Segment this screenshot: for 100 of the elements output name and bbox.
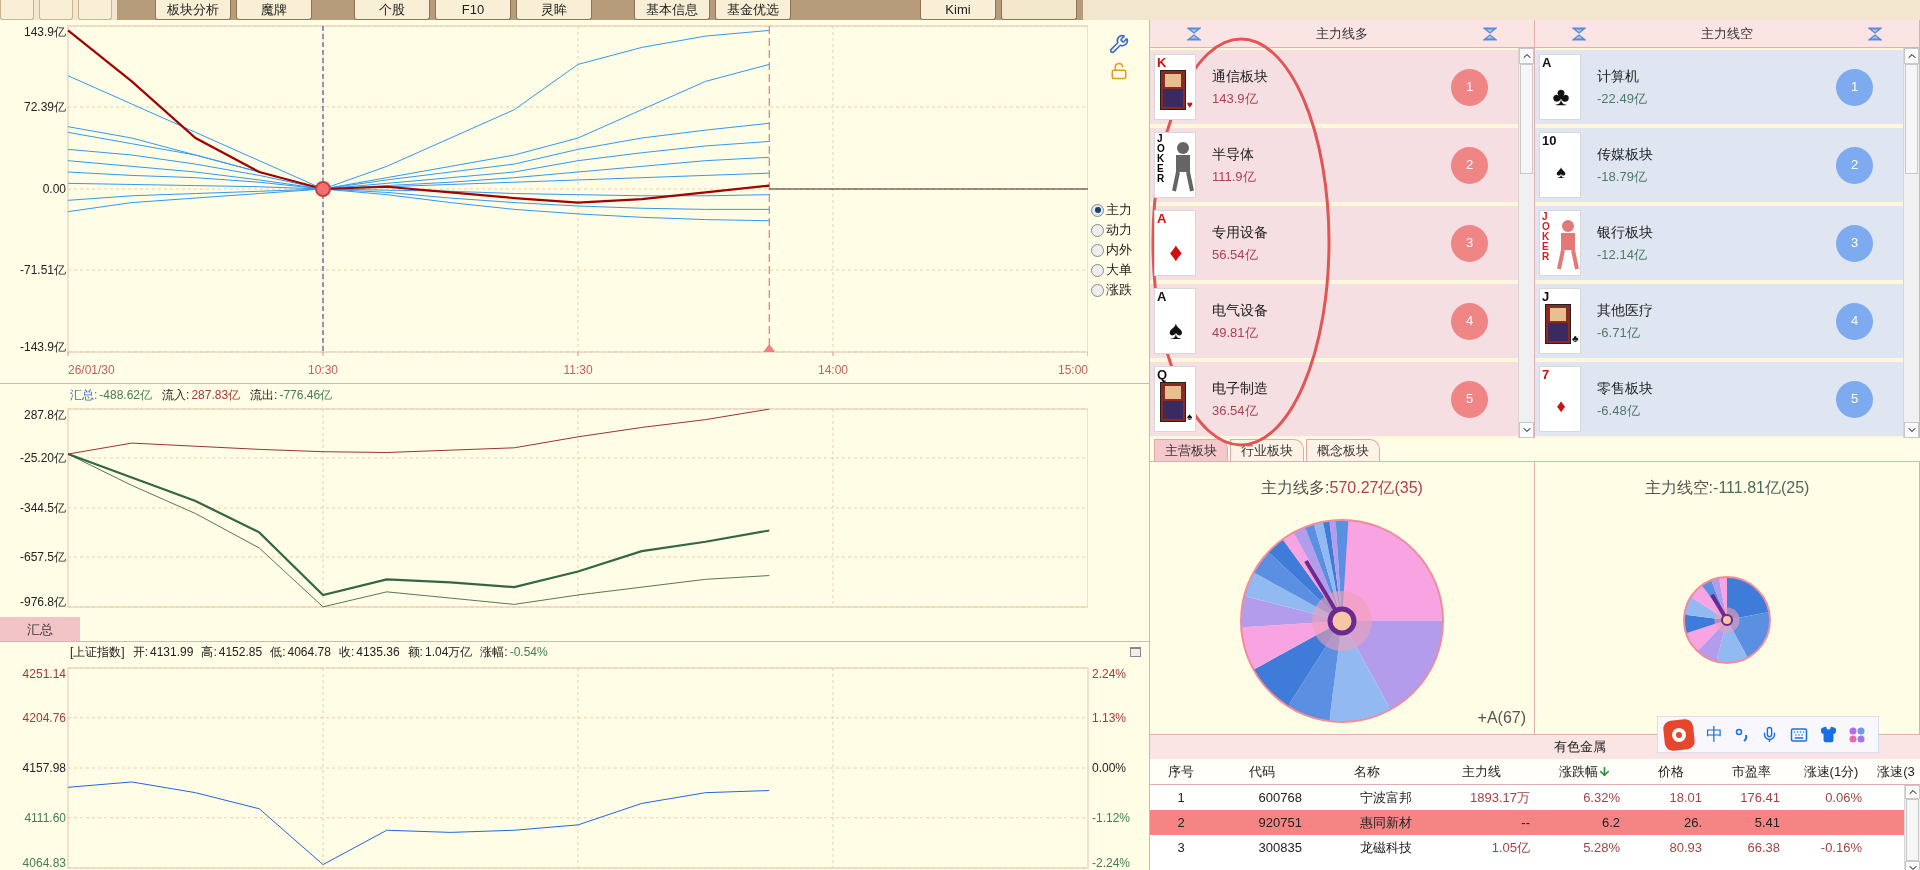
index-field-value: -0.54% [509, 644, 548, 662]
restore-icon[interactable] [1130, 647, 1141, 658]
hourglass-icon[interactable] [1186, 26, 1202, 41]
shirt-icon[interactable] [1820, 726, 1837, 743]
wrench-icon[interactable] [1108, 34, 1129, 54]
toolbar-button[interactable]: 基金优选 [715, 0, 791, 20]
keyboard-icon[interactable] [1790, 725, 1808, 744]
index-field-value: 4064.78 [287, 644, 331, 662]
card-suit: ♣ [1572, 334, 1579, 344]
scroll-down-button[interactable] [1904, 422, 1919, 438]
toolbar-button[interactable]: 基本信息 [634, 0, 710, 20]
table-row[interactable]: 2 920751 惠同新材 -- 6.2 26. 5.41 [1150, 810, 1904, 835]
board-value: -6.71亿 [1597, 323, 1641, 342]
hourglass-icon[interactable] [1482, 26, 1498, 41]
toolbar-button[interactable]: Kimi [920, 0, 996, 20]
microphone-icon[interactable] [1761, 726, 1778, 743]
card-rank: K [1157, 56, 1167, 69]
tab[interactable]: 行业板块 [1230, 439, 1304, 461]
toolbar-button[interactable]: F10 [435, 0, 511, 20]
unlock-icon[interactable] [1109, 62, 1128, 80]
column-header[interactable]: 市盈率 [1712, 761, 1790, 782]
tab[interactable]: 概念板块 [1306, 439, 1380, 461]
scroll-up-button[interactable] [1904, 48, 1919, 64]
board-name: 电气设备 [1212, 300, 1269, 320]
board-card[interactable]: J ♣ 其他医疗 -6.71亿 4 [1535, 284, 1903, 358]
toolbar-button[interactable] [78, 0, 112, 20]
scrollbar[interactable] [1903, 48, 1919, 438]
radio-button[interactable]: 涨跌 [1091, 280, 1132, 300]
axis-label: -976.8亿 [19, 595, 66, 610]
rank-badge: 4 [1451, 302, 1488, 340]
toolbar-button[interactable] [0, 0, 34, 20]
scroll-up-button[interactable] [1905, 785, 1920, 799]
table-cell-text: 1 [1176, 788, 1186, 807]
board-card[interactable]: K ♥ 通信板块 143.9亿 1 [1150, 50, 1518, 124]
toolbar-button[interactable]: 灵眸 [516, 0, 592, 20]
card-rank: 7 [1542, 368, 1550, 381]
scrollbar-thumb[interactable] [1906, 799, 1919, 861]
board-card[interactable]: 7 ♦ 零售板块 -6.48亿 5 [1535, 362, 1903, 436]
column-header[interactable]: 涨速(3 [1872, 761, 1920, 782]
hourglass-icon[interactable] [1867, 26, 1883, 41]
toolbar-button[interactable]: 个股 [354, 0, 430, 20]
grid-icon[interactable] [1849, 726, 1865, 743]
radio-button[interactable]: 动力 [1091, 220, 1132, 240]
summary-value: -776.46亿 [279, 386, 333, 404]
hourglass-icon[interactable] [1571, 26, 1587, 41]
board-name: 传媒板块 [1597, 144, 1654, 164]
radio-button[interactable]: 内外 [1091, 240, 1132, 260]
column-header[interactable]: 序号 [1150, 761, 1212, 782]
column-header[interactable]: 价格 [1630, 761, 1712, 782]
scrollbar[interactable] [1518, 48, 1534, 438]
toolbar-button[interactable] [39, 0, 73, 20]
pie-total: -111.81亿(25) [1713, 478, 1810, 498]
toolbar-button[interactable]: 板块分析 [155, 0, 231, 20]
summary-value: 287.83亿 [191, 386, 241, 404]
index-field-label: 高: [201, 644, 217, 662]
board-card[interactable]: A ♣ 计算机 -22.49亿 1 [1535, 50, 1903, 124]
card-suit: ♥ [1187, 100, 1193, 110]
figure-drawing [1160, 382, 1186, 422]
card-rank: A [1157, 212, 1167, 225]
tab[interactable]: 汇总 [0, 617, 80, 642]
table-cell-text: 0.06% [1824, 788, 1863, 807]
axis-label: -1.12% [1092, 810, 1131, 825]
board-card[interactable]: JOKER 银行板块 -12.14亿 3 [1535, 206, 1903, 280]
board-value: 143.9亿 [1212, 89, 1259, 108]
board-card[interactable]: A ♦ 专用设备 56.54亿 3 [1150, 206, 1518, 280]
radio-button[interactable]: 主力 [1091, 200, 1132, 220]
column-header[interactable]: 名称 [1312, 761, 1422, 782]
board-name: 其他医疗 [1597, 300, 1654, 320]
column-header[interactable]: 代码 [1212, 761, 1312, 782]
board-card[interactable]: A ♠ 电气设备 49.81亿 4 [1150, 284, 1518, 358]
scrollbar-thumb[interactable] [1905, 64, 1918, 174]
toolbar-button[interactable] [1001, 0, 1077, 20]
column-header[interactable]: 主力线 [1422, 761, 1540, 782]
scrollbar[interactable] [1904, 785, 1920, 870]
index-field-value: 4131.99 [150, 644, 194, 662]
sort-down-icon [1598, 765, 1611, 778]
scrollbar-thumb[interactable] [1520, 64, 1533, 174]
tab[interactable]: 主营板块 [1154, 439, 1228, 461]
index-field-label: 涨幅: [480, 644, 508, 662]
axis-label: 287.8亿 [23, 408, 66, 423]
jester-drawing [1556, 218, 1580, 270]
column-header[interactable]: 涨速(1分) [1790, 761, 1872, 782]
board-card[interactable]: JOKER 半导体 111.9亿 2 [1150, 128, 1518, 202]
pie-total: 570.27亿(35) [1329, 478, 1423, 498]
board-card[interactable]: 10 ♠ 传媒板块 -18.79亿 2 [1535, 128, 1903, 202]
toolbar-button[interactable]: 魔牌 [236, 0, 312, 20]
input-method-logo[interactable] [1662, 718, 1696, 751]
axis-label: 0.00 [42, 182, 66, 196]
scroll-up-button[interactable] [1519, 48, 1534, 64]
axis-label: 2.24% [1092, 667, 1127, 681]
board-card[interactable]: Q ♠ 电子制造 36.54亿 5 [1150, 362, 1518, 436]
table-cell-text: 3 [1176, 838, 1186, 857]
scroll-down-button[interactable] [1519, 422, 1534, 438]
column-header[interactable]: 涨跌幅 [1540, 761, 1630, 782]
board-name: 银行板块 [1597, 222, 1654, 242]
card-rank: JOKER [1542, 212, 1551, 262]
jester-drawing [1171, 140, 1195, 192]
radio-button[interactable]: 大单 [1091, 260, 1132, 280]
punctuation-icon[interactable] [1735, 727, 1749, 742]
table-cell-text: 18.01 [1668, 788, 1703, 807]
